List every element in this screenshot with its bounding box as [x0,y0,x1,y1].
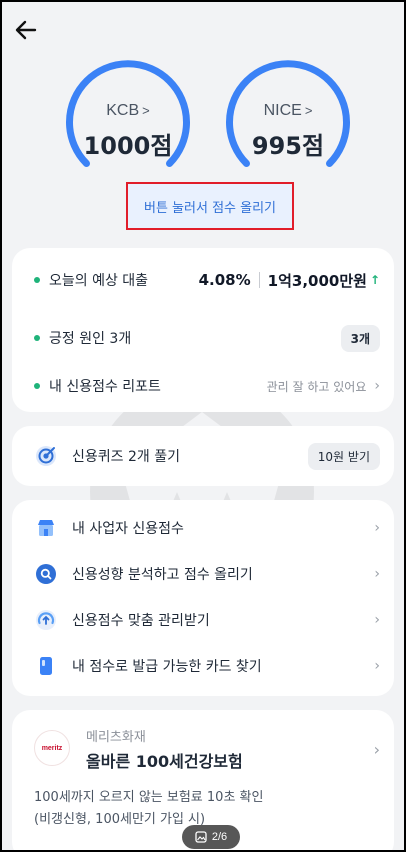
summary-card: 오늘의 예상 대출 4.08% 1억3,000만원 ↑ 긍정 원인 3개 3개 … [12,248,394,412]
loan-rate: 4.08% [198,271,251,289]
status-dot [34,277,40,283]
menu-item-credit-analysis[interactable]: 신용성향 분석하고 점수 올리기 › [12,554,394,594]
nice-score-value: 995점 [251,132,325,160]
chevron-right-icon: › [373,740,380,759]
insurance-product: 올바른 100세건강보험 [86,752,243,771]
chevron-right-icon: › [374,658,380,674]
boost-score-button[interactable]: 버튼 눌러서 점수 올리기 [126,182,294,230]
chevron-right-icon: › [374,520,380,536]
insurance-company: 메리츠화재 [86,730,146,745]
target-icon [34,444,58,468]
quiz-row[interactable]: 신용퀴즈 2개 풀기 10원 받기 [12,436,394,476]
kcb-score-gauge[interactable]: KCB > 1000점 [66,60,190,184]
gauge-icon [34,608,58,632]
expected-loan-label: 오늘의 예상 대출 [49,273,149,289]
image-icon [195,831,207,843]
back-button[interactable] [12,16,40,44]
nice-score-gauge[interactable]: NICE > 995점 [226,60,350,184]
menu-card: 내 사업자 신용점수 › 신용성향 분석하고 점수 올리기 › 신용점수 맞춤 … [12,500,394,696]
quiz-reward-button[interactable]: 10원 받기 [307,442,380,470]
search-icon [34,562,58,586]
quiz-card: 신용퀴즈 2개 풀기 10원 받기 [12,426,394,486]
store-icon [34,516,58,540]
positive-count-badge: 3개 [340,324,380,352]
page-indicator-text: 2/6 [211,831,228,843]
quiz-label: 신용퀴즈 2개 풀기 [72,449,180,465]
menu-item-find-cards[interactable]: 내 점수로 발급 가능한 카드 찾기 › [12,646,394,686]
menu-item-label: 신용성향 분석하고 점수 올리기 [72,567,253,583]
insurance-desc-line1: 100세까지 오르지 않는 보험료 10초 확인 [34,790,264,805]
gauge-ring [66,60,190,167]
credit-report-label: 내 신용점수 리포트 [49,379,161,395]
insurance-desc-line2: (비갱신형, 100세만기 가입 시) [34,812,206,827]
chevron-right-icon: > [304,103,313,118]
chevron-right-icon: › [374,612,380,628]
gauge-ring [226,60,350,167]
report-status: 관리 잘 하고 있어요 [266,379,367,394]
chevron-right-icon: › [374,378,380,394]
menu-item-label: 내 사업자 신용점수 [72,521,184,537]
arrow-up-icon: ↑ [369,273,380,287]
status-dot [34,335,40,341]
page-indicator[interactable]: 2/6 [182,825,240,849]
expected-loan-row[interactable]: 오늘의 예상 대출 4.08% 1억3,000만원 ↑ [12,260,394,300]
arrow-left-icon [15,20,37,40]
nice-label[interactable]: NICE > [226,102,350,120]
kcb-score-value: 1000점 [83,132,173,160]
menu-item-label: 신용점수 맞춤 관리받기 [72,613,210,629]
loan-amount: 1억3,000만원 [267,271,367,290]
chevron-right-icon: > [142,103,150,118]
status-dot [34,383,40,389]
menu-item-business-score[interactable]: 내 사업자 신용점수 › [12,508,394,548]
kcb-label[interactable]: KCB > [66,102,190,120]
menu-item-custom-management[interactable]: 신용점수 맞춤 관리받기 › [12,600,394,640]
positive-factors-row[interactable]: 긍정 원인 3개 3개 [12,318,394,358]
bureau-name: KCB [106,102,140,119]
menu-item-label: 내 점수로 발급 가능한 카드 찾기 [72,659,262,675]
divider [258,272,260,288]
card-icon [34,654,58,678]
credit-report-row[interactable]: 내 신용점수 리포트 관리 잘 하고 있어요 › [12,366,394,406]
meritz-logo: meritz [34,730,70,766]
bureau-name: NICE [263,102,302,119]
positive-factors-label: 긍정 원인 3개 [49,331,132,347]
screen: KCB > 1000점 NICE > 995점 버튼 눌러서 점수 올리기 오늘의 … [2,2,404,850]
chevron-right-icon: › [374,566,380,582]
